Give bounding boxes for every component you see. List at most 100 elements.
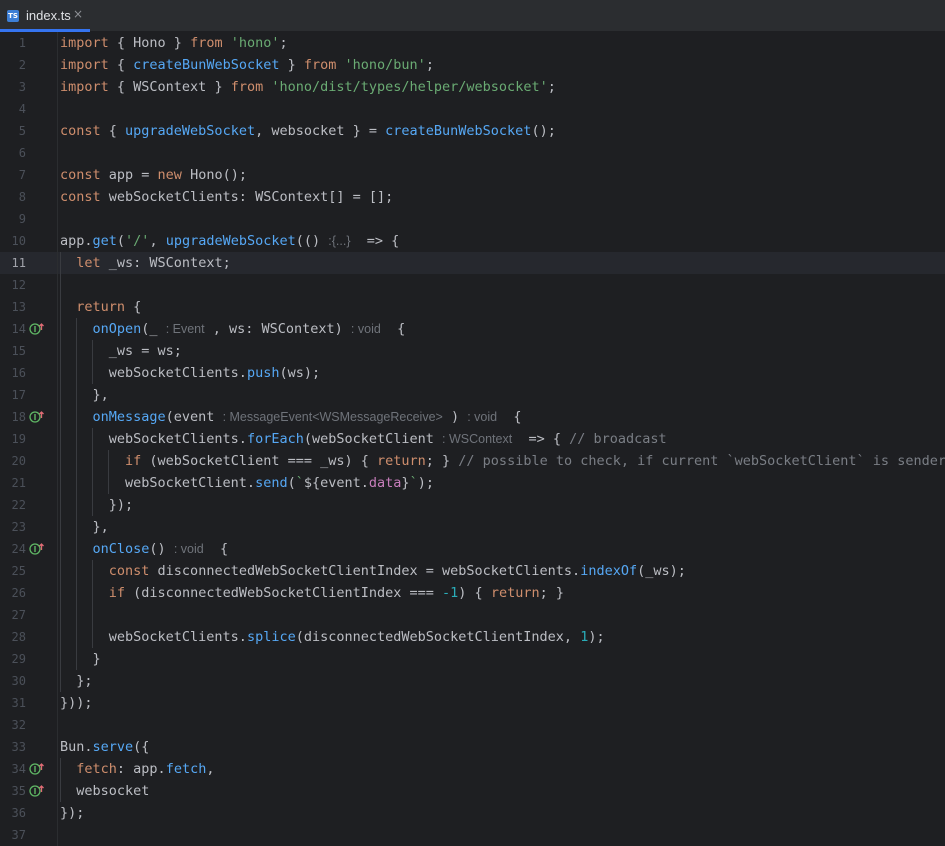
code-line[interactable]: 8 const webSocketClients: WSContext[] = [… [0, 186, 945, 208]
code-text: return { [60, 296, 141, 318]
code-token: } [60, 651, 101, 667]
line-number: 34 [11, 762, 26, 776]
code-token: websocket [60, 783, 150, 799]
code-text: import { WSContext } from 'hono/dist/typ… [60, 76, 556, 98]
code-line[interactable]: 11 let _ws: WSContext; [0, 252, 945, 274]
code-token: ); [588, 629, 605, 645]
code-token: createBunWebSocket [385, 123, 532, 139]
code-line[interactable]: 12 [0, 274, 945, 296]
code-line[interactable]: 30 }; [0, 670, 945, 692]
code-token: if [108, 585, 126, 601]
code-token: }); [60, 805, 85, 821]
code-line[interactable]: 16 webSocketClients.push(ws); [0, 362, 945, 384]
code-line[interactable]: 23 }, [0, 516, 945, 538]
code-token: forEach [246, 431, 304, 447]
code-token: { [100, 123, 126, 139]
code-line[interactable]: 32 [0, 714, 945, 736]
code-line[interactable]: 31})); [0, 692, 945, 714]
code-line[interactable]: 3 import { WSContext } from 'hono/dist/ty… [0, 76, 945, 98]
code-line[interactable]: 20 if (webSocketClient === _ws) { return… [0, 450, 945, 472]
inlay-hint: : void [350, 322, 381, 336]
line-number: 25 [11, 564, 26, 578]
code-token: splice [246, 629, 296, 645]
code-token: { [108, 57, 134, 73]
code-line[interactable]: 27 [0, 604, 945, 626]
line-number: 2 [18, 58, 26, 72]
code-token: { [497, 409, 522, 425]
code-token: // broadcast [569, 431, 667, 447]
code-line[interactable]: 13 return { [0, 296, 945, 318]
tab-label: index.ts [26, 8, 71, 23]
code-token: { Hono } [108, 35, 191, 51]
tab-index-ts[interactable]: TS index.ts × [0, 0, 90, 32]
code-line[interactable]: 17 }, [0, 384, 945, 406]
line-number: 1 [18, 36, 26, 50]
code-line[interactable]: 36}); [0, 802, 945, 824]
line-number: 5 [18, 124, 26, 138]
code-line[interactable]: 10 app.get('/', upgradeWebSocket(() :{...… [0, 230, 945, 252]
inlay-hint: :{...} [328, 234, 351, 248]
line-number: 9 [18, 212, 26, 226]
code-line[interactable]: 2 import { createBunWebSocket } from 'hon… [0, 54, 945, 76]
inlay-hint: : MessageEvent<WSMessageReceive> [222, 410, 443, 424]
code-token: serve [92, 739, 134, 755]
indent-guide [92, 428, 93, 516]
code-line[interactable]: 24 onClose() : void { [0, 538, 945, 560]
code-line[interactable]: 35 websocket [0, 780, 945, 802]
code-line[interactable]: 28 webSocketClients.splice(disconnectedW… [0, 626, 945, 648]
code-line[interactable]: 22 }); [0, 494, 945, 516]
code-line[interactable]: 25 const disconnectedWebSocketClientInde… [0, 560, 945, 582]
code-token: { [203, 541, 229, 557]
code-line[interactable]: 15 _ws = ws; [0, 340, 945, 362]
line-number: 31 [11, 696, 26, 710]
code-line[interactable]: 37 [0, 824, 945, 846]
indent-guide [108, 450, 109, 494]
code-text: }, [60, 516, 109, 538]
line-number: 12 [11, 278, 26, 292]
line-number: 20 [11, 454, 26, 468]
code-token: let [76, 255, 101, 271]
code-line[interactable]: 9 [0, 208, 945, 230]
code-token: (webSocketClient === _ws) { [141, 453, 377, 469]
code-line[interactable]: 33 Bun.serve({ [0, 736, 945, 758]
code-token: })); [60, 695, 93, 711]
code-token: ( [287, 475, 296, 491]
code-text: onOpen(_ : Event , ws: WSContext) : void… [60, 318, 406, 340]
code-line[interactable]: 34 fetch: app.fetch, [0, 758, 945, 780]
close-icon[interactable]: × [73, 7, 83, 21]
code-line[interactable]: 1 import { Hono } from 'hono'; [0, 32, 945, 54]
code-text: const app = new Hono(); [60, 164, 247, 186]
code-token: ` [409, 475, 418, 491]
code-token: , [149, 233, 166, 249]
code-line[interactable]: 4 [0, 98, 945, 120]
code-line[interactable]: 5 const { upgradeWebSocket, websocket } =… [0, 120, 945, 142]
implements-method-icon[interactable] [29, 323, 45, 335]
indent-guide [92, 560, 93, 648]
code-line[interactable]: 14 onOpen(_ : Event , ws: WSContext) : v… [0, 318, 945, 340]
code-token: const [60, 189, 101, 205]
code-text: _ws = ws; [60, 340, 182, 362]
code-token: ({ [133, 739, 150, 755]
code-line[interactable]: 21 webSocketClient.send(`${event.data}`)… [0, 472, 945, 494]
implements-method-icon[interactable] [29, 411, 45, 423]
code-editor[interactable]: 1 import { Hono } from 'hono'; 2 import { c… [0, 32, 945, 846]
code-line[interactable]: 18 onMessage(event : MessageEvent<WSMess… [0, 406, 945, 428]
code-line[interactable]: 26 if (disconnectedWebSocketClientIndex … [0, 582, 945, 604]
implements-method-icon[interactable] [29, 763, 45, 775]
code-line[interactable]: 6 [0, 142, 945, 164]
code-token: : app. [116, 761, 166, 777]
implements-method-icon[interactable] [29, 785, 45, 797]
code-line[interactable]: 7 const app = new Hono(); [0, 164, 945, 186]
code-token: return [490, 585, 540, 601]
code-line[interactable]: 19 webSocketClients.forEach(webSocketCli… [0, 428, 945, 450]
code-text: Bun.serve({ [60, 736, 149, 758]
code-token: -1 [442, 585, 459, 601]
implements-method-icon[interactable] [29, 543, 45, 555]
code-token: webSocketClients. [60, 629, 247, 645]
code-line[interactable]: 29 } [0, 648, 945, 670]
line-number: 24 [11, 542, 26, 556]
code-token: }, [60, 387, 109, 403]
